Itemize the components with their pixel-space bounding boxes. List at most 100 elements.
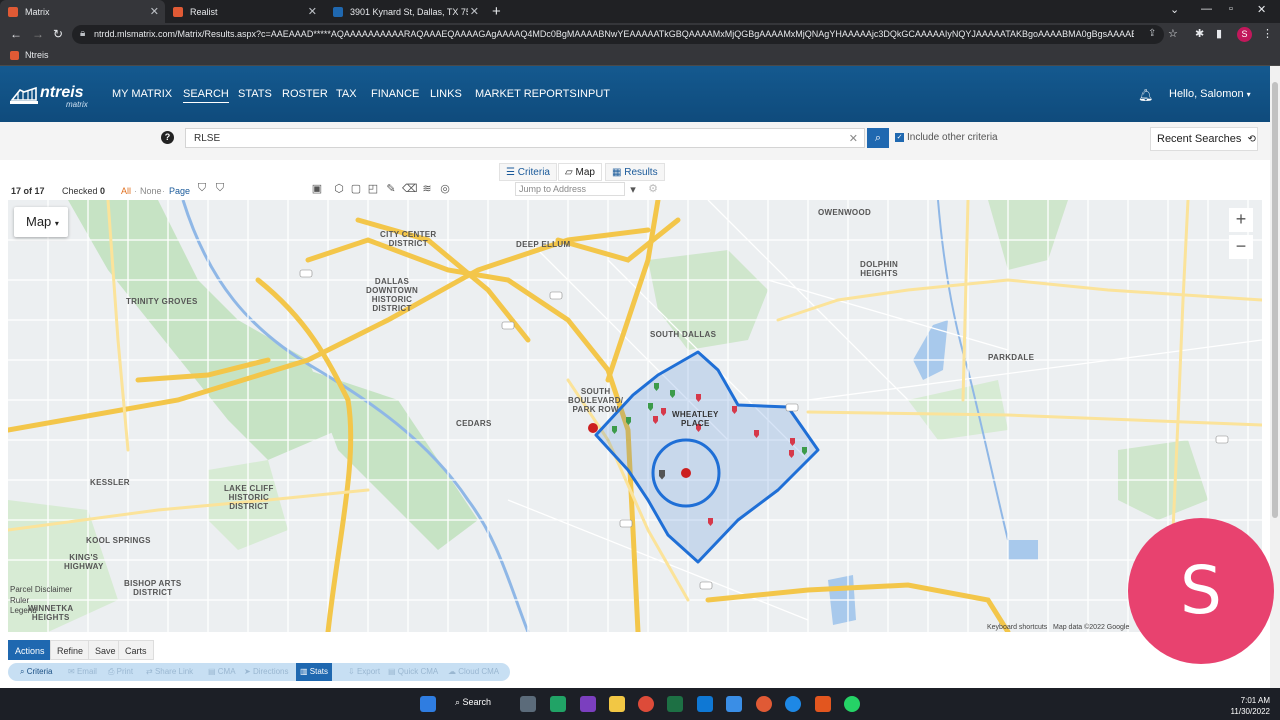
tab-search-icon[interactable]: ⌄ <box>1170 3 1179 16</box>
nav-search[interactable]: SEARCH <box>183 88 229 103</box>
map-layers-tool-icon[interactable]: ▣ <box>310 182 324 196</box>
zoom-out-button[interactable]: − <box>1229 235 1253 259</box>
nav-tax[interactable]: TAX <box>336 88 357 100</box>
notification-bell-icon[interactable]: 🔔︎ <box>1138 88 1153 102</box>
view-criteria-button[interactable]: ☰ Criteria <box>499 163 557 181</box>
close-icon[interactable]: ✕ <box>470 5 479 18</box>
chrome-active-icon[interactable] <box>756 696 772 712</box>
nav-my-matrix[interactable]: MY MATRIX <box>112 88 172 100</box>
jump-to-address-input[interactable]: Jump to Address <box>515 182 625 196</box>
reload-icon[interactable]: ↻ <box>53 27 63 41</box>
view-map-button[interactable]: ▱ Map <box>558 163 602 181</box>
include-criteria-checkbox[interactable]: ✓ Include other criteria <box>895 132 998 143</box>
draw-rectangle-icon[interactable]: ▢ <box>349 182 363 196</box>
tab-realist[interactable]: Realist ✕ <box>165 0 323 23</box>
draw-polygon-icon[interactable]: ⬡ <box>332 182 346 196</box>
excel-app-icon[interactable] <box>667 696 683 712</box>
new-tab-icon[interactable]: + <box>492 3 501 20</box>
sidebar-icon[interactable]: ▮ <box>1216 27 1222 40</box>
tab-refine[interactable]: Refine <box>50 640 91 660</box>
user-menu[interactable]: Hello, Salomon ▾ <box>1169 88 1251 100</box>
quick-cma-action[interactable]: ▤ Quick CMA <box>384 663 438 681</box>
back-icon[interactable]: ← <box>10 27 22 41</box>
checkbox-checked-icon[interactable]: ✓ <box>895 133 904 142</box>
share-link-action[interactable]: ⇄ Share Link <box>142 663 193 681</box>
help-icon[interactable]: ? <box>161 131 174 144</box>
stats-action[interactable]: ▥ Stats <box>296 663 333 681</box>
map-type-dropdown[interactable]: Map ▾ <box>14 207 68 237</box>
dropdown-arrow-icon[interactable]: ▾ <box>626 183 640 197</box>
tab-actions[interactable]: Actions <box>8 640 52 660</box>
select-none-link[interactable]: None <box>140 186 162 196</box>
view-results-button[interactable]: ▦ Results <box>605 163 665 181</box>
select-page-link[interactable]: Page <box>169 186 190 196</box>
ntreis-logo[interactable]: ntreis matrix <box>10 84 96 110</box>
forward-icon[interactable]: → <box>32 27 44 41</box>
file-explorer-icon[interactable] <box>609 696 625 712</box>
nav-links[interactable]: LINKS <box>430 88 462 100</box>
uncheck-shield-icon[interactable]: ⛉ <box>213 182 227 196</box>
layers-icon[interactable]: ≋ <box>420 182 434 196</box>
system-clock[interactable]: 7:01 AM 11/30/2022 <box>1231 695 1270 717</box>
subject-point[interactable] <box>681 468 691 478</box>
settings-icon[interactable]: ⚙ <box>646 182 660 196</box>
search-button[interactable]: ⌕ <box>867 128 889 148</box>
tab-matrix[interactable]: Matrix ✕ <box>0 0 165 23</box>
parcel-disclaimer-link[interactable]: Parcel Disclaimer <box>10 585 72 594</box>
close-icon[interactable]: ✕ <box>308 5 317 18</box>
menu-dots-icon[interactable]: ⋮ <box>1262 27 1273 40</box>
scrollbar-thumb[interactable] <box>1272 82 1278 518</box>
edge-icon[interactable] <box>785 696 801 712</box>
nav-market-reports[interactable]: MARKET REPORTS <box>475 88 577 100</box>
export-action[interactable]: ⇩ Export <box>344 663 380 681</box>
search-area-polygon[interactable] <box>594 350 820 564</box>
nav-input[interactable]: INPUT <box>577 88 610 100</box>
tab-address[interactable]: 3901 Kynard St, Dallas, TX 7521 ✕ <box>325 0 485 23</box>
directions-action[interactable]: ➤ Directions <box>240 663 289 681</box>
email-action[interactable]: ✉ Email <box>64 663 97 681</box>
tab-carts[interactable]: Carts <box>118 640 154 660</box>
close-icon[interactable]: ✕ <box>150 5 159 18</box>
speedbar-search-input[interactable]: RLSE ✕ <box>185 128 865 148</box>
chrome-icon[interactable] <box>638 696 654 712</box>
outlook-icon[interactable] <box>726 696 742 712</box>
eraser-icon[interactable]: ⌫ <box>402 182 418 196</box>
whatsapp-icon[interactable] <box>844 696 860 712</box>
legend-link[interactable]: Legend <box>10 606 37 615</box>
clear-search-icon[interactable]: ✕ <box>849 132 858 145</box>
zoom-in-button[interactable]: + <box>1229 208 1253 232</box>
check-shield-icon[interactable]: ⛉ <box>195 182 209 196</box>
share-icon[interactable]: ⇪ <box>1148 28 1156 39</box>
map-canvas[interactable] <box>8 200 1262 632</box>
minimize-icon[interactable]: — <box>1201 3 1212 15</box>
reference-point[interactable] <box>588 423 598 433</box>
nav-finance[interactable]: FINANCE <box>371 88 419 100</box>
cma-action[interactable]: ▤ CMA <box>204 663 236 681</box>
keyboard-shortcuts-link[interactable]: Keyboard shortcuts <box>987 624 1047 631</box>
locate-icon[interactable]: ◎ <box>438 182 452 196</box>
task-view-icon[interactable] <box>520 696 536 712</box>
select-all-link[interactable]: All <box>121 186 131 196</box>
draw-shape-icon[interactable]: ◰ <box>366 182 380 196</box>
recent-searches-button[interactable]: Recent Searches ⟲ <box>1150 127 1258 151</box>
onenote-icon[interactable] <box>580 696 596 712</box>
nav-roster[interactable]: ROSTER <box>282 88 328 100</box>
window-close-icon[interactable]: ✕ <box>1257 3 1266 16</box>
bookmark-ntreis[interactable]: Ntreis <box>10 50 49 60</box>
mail-icon[interactable] <box>697 696 713 712</box>
bookmark-star-icon[interactable]: ☆ <box>1168 27 1178 40</box>
pencil-icon[interactable]: ✎ <box>384 182 398 196</box>
criteria-action[interactable]: ⌕ Criteria <box>16 663 53 681</box>
windows-start-icon[interactable] <box>420 696 436 712</box>
acrobat-icon[interactable] <box>815 696 831 712</box>
extensions-icon[interactable]: ✱ <box>1195 27 1204 40</box>
nav-stats[interactable]: STATS <box>238 88 272 100</box>
profile-avatar[interactable]: S <box>1237 27 1252 42</box>
excel-icon[interactable] <box>550 696 566 712</box>
restore-icon[interactable]: ▫ <box>1229 3 1233 15</box>
results-map[interactable]: CITY CENTER DISTRICT DEEP ELLUM DALLAS D… <box>8 200 1262 632</box>
taskbar-search[interactable]: ⌕ Search <box>455 697 491 708</box>
cloud-cma-action[interactable]: ☁ Cloud CMA <box>444 663 499 681</box>
ruler-link[interactable]: Ruler <box>10 596 29 605</box>
print-action[interactable]: ⎙ Print <box>104 663 133 681</box>
